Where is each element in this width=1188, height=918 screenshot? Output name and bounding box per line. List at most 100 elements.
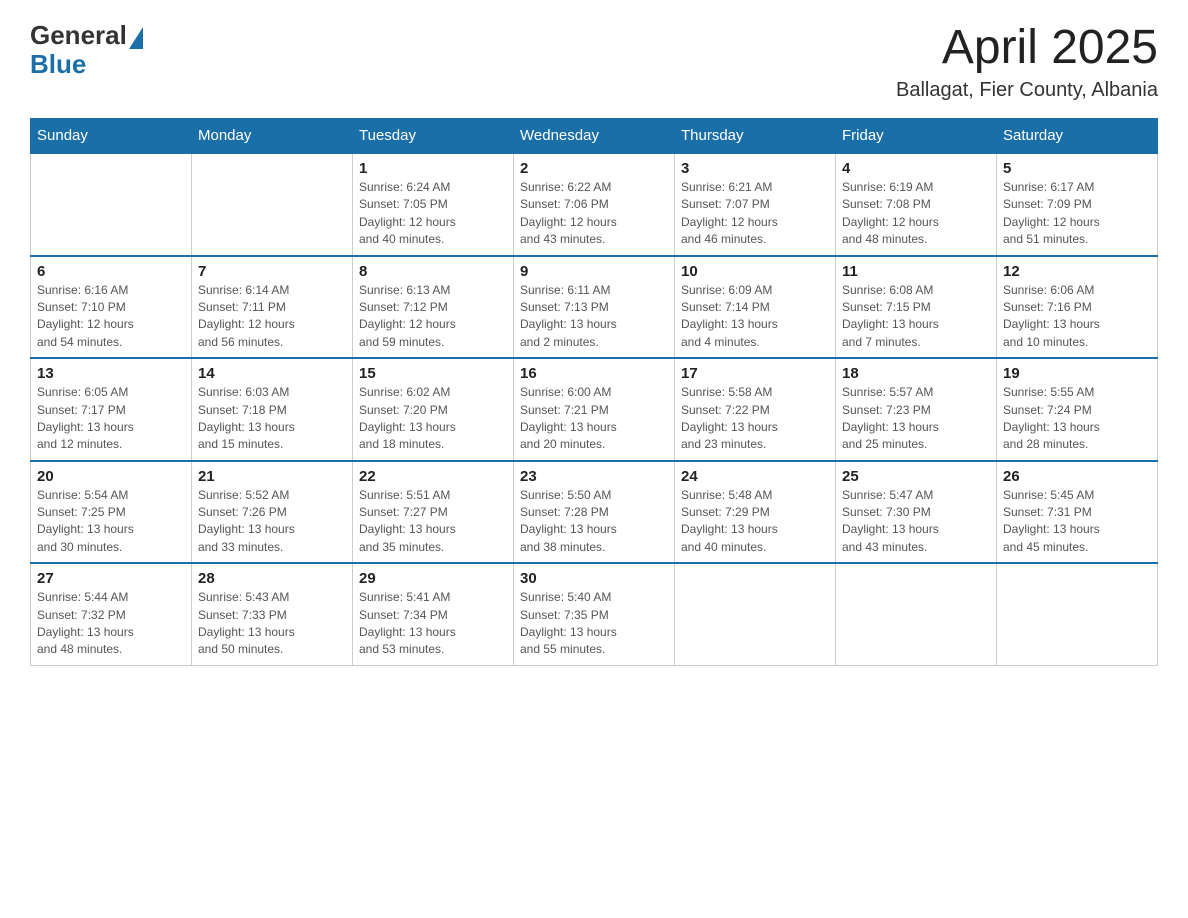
day-number: 8 <box>359 263 507 280</box>
calendar-cell: 3 Sunrise: 6:21 AMSunset: 7:07 PMDaylight… <box>675 153 836 256</box>
day-info: Sunrise: 6:11 AMSunset: 7:13 PMDaylight:… <box>520 282 668 352</box>
day-number: 25 <box>842 468 990 485</box>
day-number: 9 <box>520 263 668 280</box>
calendar-header-row: SundayMondayTuesdayWednesdayThursdayFrid… <box>31 119 1158 154</box>
calendar-cell: 27 Sunrise: 5:44 AMSunset: 7:32 PMDayligh… <box>31 563 192 665</box>
day-info: Sunrise: 5:58 AMSunset: 7:22 PMDaylight:… <box>681 384 829 454</box>
day-info: Sunrise: 6:02 AMSunset: 7:20 PMDaylight:… <box>359 384 507 454</box>
logo-triangle-icon <box>129 27 143 49</box>
calendar-cell: 30 Sunrise: 5:40 AMSunset: 7:35 PMDayligh… <box>514 563 675 665</box>
day-info: Sunrise: 5:45 AMSunset: 7:31 PMDaylight:… <box>1003 487 1151 557</box>
calendar-cell: 14 Sunrise: 6:03 AMSunset: 7:18 PMDayligh… <box>192 358 353 461</box>
month-title: April 2025 <box>896 20 1158 75</box>
day-info: Sunrise: 6:13 AMSunset: 7:12 PMDaylight:… <box>359 282 507 352</box>
day-number: 2 <box>520 160 668 177</box>
day-info: Sunrise: 5:43 AMSunset: 7:33 PMDaylight:… <box>198 589 346 659</box>
day-number: 6 <box>37 263 185 280</box>
day-info: Sunrise: 6:06 AMSunset: 7:16 PMDaylight:… <box>1003 282 1151 352</box>
day-number: 3 <box>681 160 829 177</box>
day-number: 14 <box>198 365 346 382</box>
day-info: Sunrise: 6:22 AMSunset: 7:06 PMDaylight:… <box>520 179 668 249</box>
day-number: 16 <box>520 365 668 382</box>
column-header-friday: Friday <box>836 119 997 154</box>
location-title: Ballagat, Fier County, Albania <box>896 79 1158 102</box>
calendar-cell: 6 Sunrise: 6:16 AMSunset: 7:10 PMDaylight… <box>31 256 192 359</box>
calendar-cell: 20 Sunrise: 5:54 AMSunset: 7:25 PMDayligh… <box>31 461 192 564</box>
calendar-week-row: 1 Sunrise: 6:24 AMSunset: 7:05 PMDaylight… <box>31 153 1158 256</box>
calendar-cell: 13Sunrise: 6:05 AMSunset: 7:17 PMDayligh… <box>31 358 192 461</box>
day-number: 21 <box>198 468 346 485</box>
day-info: Sunrise: 5:48 AMSunset: 7:29 PMDaylight:… <box>681 487 829 557</box>
page-header: General Blue April 2025 Ballagat, Fier C… <box>30 20 1158 102</box>
day-info: Sunrise: 6:21 AMSunset: 7:07 PMDaylight:… <box>681 179 829 249</box>
calendar-cell: 1 Sunrise: 6:24 AMSunset: 7:05 PMDaylight… <box>353 153 514 256</box>
calendar-cell: 26 Sunrise: 5:45 AMSunset: 7:31 PMDayligh… <box>997 461 1158 564</box>
calendar-cell: 23 Sunrise: 5:50 AMSunset: 7:28 PMDayligh… <box>514 461 675 564</box>
day-info: Sunrise: 5:57 AMSunset: 7:23 PMDaylight:… <box>842 384 990 454</box>
column-header-sunday: Sunday <box>31 119 192 154</box>
day-number: 4 <box>842 160 990 177</box>
day-info: Sunrise: 5:41 AMSunset: 7:34 PMDaylight:… <box>359 589 507 659</box>
day-info: Sunrise: 5:44 AMSunset: 7:32 PMDaylight:… <box>37 589 185 659</box>
day-number: 18 <box>842 365 990 382</box>
calendar-cell <box>836 563 997 665</box>
calendar-cell <box>997 563 1158 665</box>
calendar-cell: 9 Sunrise: 6:11 AMSunset: 7:13 PMDaylight… <box>514 256 675 359</box>
logo-general-text: General <box>30 20 127 51</box>
day-number: 30 <box>520 570 668 587</box>
day-number: 15 <box>359 365 507 382</box>
calendar-cell: 5 Sunrise: 6:17 AMSunset: 7:09 PMDaylight… <box>997 153 1158 256</box>
day-info: Sunrise: 6:24 AMSunset: 7:05 PMDaylight:… <box>359 179 507 249</box>
calendar-cell: 24 Sunrise: 5:48 AMSunset: 7:29 PMDayligh… <box>675 461 836 564</box>
day-number: 20 <box>37 468 185 485</box>
logo-blue-text: Blue <box>30 49 86 80</box>
calendar-cell: 15 Sunrise: 6:02 AMSunset: 7:20 PMDayligh… <box>353 358 514 461</box>
day-info: Sunrise: 6:17 AMSunset: 7:09 PMDaylight:… <box>1003 179 1151 249</box>
calendar-cell: 28Sunrise: 5:43 AMSunset: 7:33 PMDayligh… <box>192 563 353 665</box>
day-info: Sunrise: 5:47 AMSunset: 7:30 PMDaylight:… <box>842 487 990 557</box>
day-info: Sunrise: 6:16 AMSunset: 7:10 PMDaylight:… <box>37 282 185 352</box>
calendar-cell: 25 Sunrise: 5:47 AMSunset: 7:30 PMDayligh… <box>836 461 997 564</box>
day-number: 5 <box>1003 160 1151 177</box>
day-number: 13 <box>37 365 185 382</box>
calendar-cell: 18 Sunrise: 5:57 AMSunset: 7:23 PMDayligh… <box>836 358 997 461</box>
day-number: 12 <box>1003 263 1151 280</box>
day-info: Sunrise: 5:54 AMSunset: 7:25 PMDaylight:… <box>37 487 185 557</box>
calendar-cell <box>675 563 836 665</box>
day-info: Sunrise: 6:19 AMSunset: 7:08 PMDaylight:… <box>842 179 990 249</box>
day-number: 22 <box>359 468 507 485</box>
day-number: 17 <box>681 365 829 382</box>
day-number: 27 <box>37 570 185 587</box>
calendar-cell <box>192 153 353 256</box>
calendar-cell: 16Sunrise: 6:00 AMSunset: 7:21 PMDayligh… <box>514 358 675 461</box>
day-info: Sunrise: 6:08 AMSunset: 7:15 PMDaylight:… <box>842 282 990 352</box>
calendar-cell: 11 Sunrise: 6:08 AMSunset: 7:15 PMDayligh… <box>836 256 997 359</box>
calendar-cell: 2 Sunrise: 6:22 AMSunset: 7:06 PMDaylight… <box>514 153 675 256</box>
day-info: Sunrise: 5:50 AMSunset: 7:28 PMDaylight:… <box>520 487 668 557</box>
calendar-cell: 8 Sunrise: 6:13 AMSunset: 7:12 PMDaylight… <box>353 256 514 359</box>
day-number: 24 <box>681 468 829 485</box>
day-number: 10 <box>681 263 829 280</box>
day-number: 26 <box>1003 468 1151 485</box>
calendar-cell: 19Sunrise: 5:55 AMSunset: 7:24 PMDayligh… <box>997 358 1158 461</box>
column-header-wednesday: Wednesday <box>514 119 675 154</box>
calendar-cell <box>31 153 192 256</box>
day-number: 19 <box>1003 365 1151 382</box>
day-number: 11 <box>842 263 990 280</box>
day-info: Sunrise: 6:03 AMSunset: 7:18 PMDaylight:… <box>198 384 346 454</box>
calendar-cell: 10 Sunrise: 6:09 AMSunset: 7:14 PMDayligh… <box>675 256 836 359</box>
calendar-cell: 22 Sunrise: 5:51 AMSunset: 7:27 PMDayligh… <box>353 461 514 564</box>
day-number: 23 <box>520 468 668 485</box>
column-header-thursday: Thursday <box>675 119 836 154</box>
day-info: Sunrise: 5:40 AMSunset: 7:35 PMDaylight:… <box>520 589 668 659</box>
day-info: Sunrise: 5:51 AMSunset: 7:27 PMDaylight:… <box>359 487 507 557</box>
day-info: Sunrise: 6:14 AMSunset: 7:11 PMDaylight:… <box>198 282 346 352</box>
calendar-week-row: 20 Sunrise: 5:54 AMSunset: 7:25 PMDayligh… <box>31 461 1158 564</box>
calendar-table: SundayMondayTuesdayWednesdayThursdayFrid… <box>30 118 1158 666</box>
calendar-cell: 21Sunrise: 5:52 AMSunset: 7:26 PMDayligh… <box>192 461 353 564</box>
calendar-cell: 17 Sunrise: 5:58 AMSunset: 7:22 PMDayligh… <box>675 358 836 461</box>
day-info: Sunrise: 6:09 AMSunset: 7:14 PMDaylight:… <box>681 282 829 352</box>
day-number: 1 <box>359 160 507 177</box>
title-section: April 2025 Ballagat, Fier County, Albani… <box>896 20 1158 102</box>
calendar-cell: 12 Sunrise: 6:06 AMSunset: 7:16 PMDayligh… <box>997 256 1158 359</box>
